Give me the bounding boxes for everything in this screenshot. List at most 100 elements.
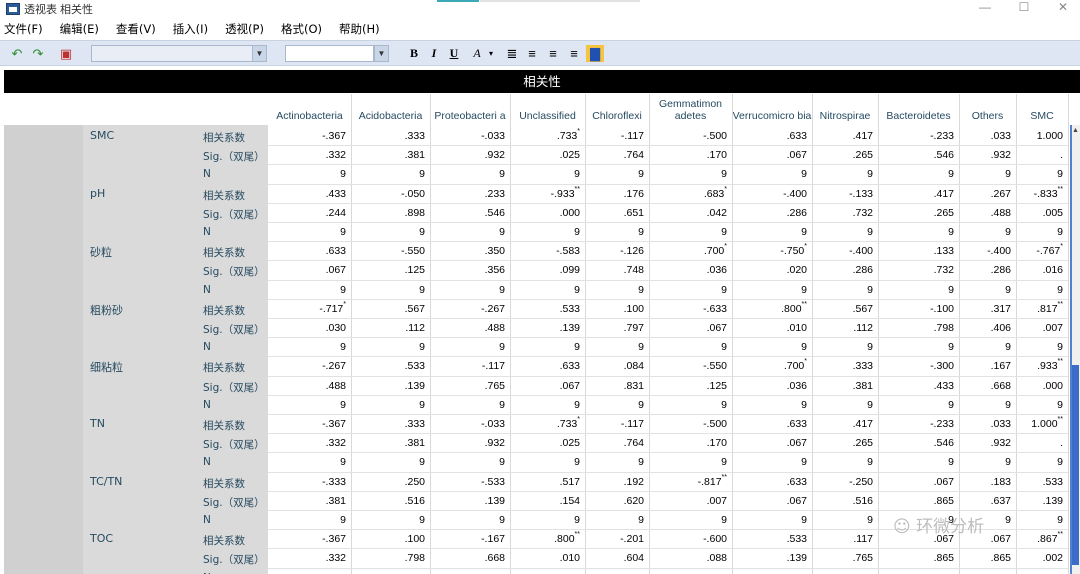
table-cell[interactable]: .125 <box>649 377 732 396</box>
table-cell[interactable]: 9 <box>351 396 430 415</box>
menu-view[interactable]: 查看(V) <box>116 21 156 37</box>
font-name-input[interactable] <box>285 45 375 62</box>
table-cell[interactable]: .533 <box>510 300 585 319</box>
table-cell[interactable]: .546 <box>878 434 959 453</box>
table-cell[interactable]: .333 <box>351 415 430 434</box>
table-cell[interactable]: 9 <box>268 396 351 415</box>
table-cell[interactable]: 9 <box>959 165 1016 184</box>
table-cell[interactable]: -.533 <box>430 473 510 492</box>
table-cell[interactable]: .139 <box>430 492 510 511</box>
table-cell[interactable]: 9 <box>351 453 430 472</box>
table-cell[interactable]: .265 <box>878 204 959 223</box>
table-cell[interactable]: 9 <box>585 569 649 574</box>
table-cell[interactable]: .100 <box>351 530 430 549</box>
table-cell[interactable]: .604 <box>585 549 649 568</box>
table-cell[interactable]: 9 <box>812 453 878 472</box>
table-cell[interactable]: .265 <box>812 146 878 165</box>
table-cell[interactable]: .265 <box>812 434 878 453</box>
table-cell[interactable]: .025 <box>510 146 585 165</box>
table-cell[interactable]: .867** <box>1016 530 1068 549</box>
align-left-icon[interactable]: ≡ <box>523 45 541 62</box>
table-cell[interactable]: 9 <box>268 453 351 472</box>
table-cell[interactable]: -.267 <box>268 357 351 376</box>
table-cell[interactable]: 9 <box>510 281 585 300</box>
table-cell[interactable]: -.050 <box>351 185 430 204</box>
maximize-button[interactable]: ☐ <box>1009 0 1039 18</box>
underline-button[interactable]: U <box>445 45 463 62</box>
menu-edit[interactable]: 编辑(E) <box>60 21 99 37</box>
table-cell[interactable]: .332 <box>268 549 351 568</box>
table-cell[interactable]: 9 <box>268 338 351 357</box>
table-cell[interactable]: .668 <box>430 549 510 568</box>
table-cell[interactable]: .176 <box>585 185 649 204</box>
table-cell[interactable]: -.100 <box>878 300 959 319</box>
table-cell[interactable]: .620 <box>585 492 649 511</box>
table-cell[interactable]: .125 <box>351 261 430 280</box>
table-cell[interactable]: -.250 <box>812 473 878 492</box>
table-cell[interactable]: -.833** <box>1016 185 1068 204</box>
table-cell[interactable]: .932 <box>959 434 1016 453</box>
table-cell[interactable]: .020 <box>732 261 812 280</box>
table-cell[interactable]: .516 <box>812 492 878 511</box>
table-cell[interactable]: .433 <box>268 185 351 204</box>
table-cell[interactable]: .112 <box>351 319 430 338</box>
table-cell[interactable]: -.167 <box>430 530 510 549</box>
table-cell[interactable]: .067 <box>510 377 585 396</box>
format-icon[interactable]: ≣ <box>503 45 521 62</box>
table-cell[interactable]: .286 <box>812 261 878 280</box>
table-cell[interactable]: 9 <box>1016 338 1068 357</box>
table-cell[interactable]: 9 <box>959 569 1016 574</box>
table-cell[interactable]: 9 <box>812 396 878 415</box>
table-cell[interactable]: .865 <box>878 549 959 568</box>
table-cell[interactable]: 9 <box>732 223 812 242</box>
table-cell[interactable]: 9 <box>732 396 812 415</box>
table-cell[interactable]: .100 <box>585 300 649 319</box>
table-cell[interactable]: .067 <box>732 492 812 511</box>
italic-button[interactable]: I <box>425 45 443 62</box>
table-cell[interactable]: .733* <box>510 127 585 146</box>
table-cell[interactable]: .267 <box>959 185 1016 204</box>
table-cell[interactable]: .005 <box>1016 204 1068 223</box>
table-cell[interactable]: .488 <box>268 377 351 396</box>
table-cell[interactable]: .932 <box>959 146 1016 165</box>
table-cell[interactable]: .167 <box>959 357 1016 376</box>
table-cell[interactable]: 9 <box>959 223 1016 242</box>
table-cell[interactable]: .831 <box>585 377 649 396</box>
table-cell[interactable]: .651 <box>585 204 649 223</box>
table-cell[interactable]: .765 <box>430 377 510 396</box>
table-cell[interactable]: .139 <box>510 319 585 338</box>
table-cell[interactable]: .067 <box>732 146 812 165</box>
table-cell[interactable]: .800** <box>510 530 585 549</box>
table-cell[interactable]: -.117 <box>430 357 510 376</box>
table-cell[interactable]: 9 <box>959 453 1016 472</box>
table-cell[interactable]: 9 <box>430 223 510 242</box>
table-cell[interactable]: 9 <box>430 165 510 184</box>
table-cell[interactable]: 9 <box>430 453 510 472</box>
table-cell[interactable]: .683* <box>649 185 732 204</box>
table-cell[interactable]: 9 <box>812 281 878 300</box>
table-cell[interactable]: 9 <box>268 511 351 530</box>
table-cell[interactable]: 9 <box>878 453 959 472</box>
table-cell[interactable]: 9 <box>430 396 510 415</box>
table-cell[interactable]: 9 <box>649 338 732 357</box>
table-cell[interactable]: .546 <box>878 146 959 165</box>
table-cell[interactable]: -.367 <box>268 530 351 549</box>
table-cell[interactable]: .000 <box>510 204 585 223</box>
table-cell[interactable]: .025 <box>510 434 585 453</box>
table-cell[interactable]: 9 <box>268 569 351 574</box>
table-cell[interactable]: 9 <box>1016 453 1068 472</box>
table-cell[interactable]: 9 <box>732 569 812 574</box>
table-cell[interactable]: 9 <box>649 569 732 574</box>
table-cell[interactable]: .381 <box>351 434 430 453</box>
close-button[interactable]: ✕ <box>1048 0 1078 18</box>
table-cell[interactable]: . <box>1016 434 1068 453</box>
table-cell[interactable]: .765 <box>812 549 878 568</box>
table-cell[interactable]: -.500 <box>649 127 732 146</box>
table-cell[interactable]: .033 <box>959 127 1016 146</box>
table-cell[interactable]: 9 <box>510 338 585 357</box>
table-cell[interactable]: .033 <box>959 415 1016 434</box>
table-cell[interactable]: 9 <box>510 511 585 530</box>
table-cell[interactable]: 9 <box>585 223 649 242</box>
table-cell[interactable]: 9 <box>812 223 878 242</box>
table-cell[interactable]: .002 <box>1016 549 1068 568</box>
